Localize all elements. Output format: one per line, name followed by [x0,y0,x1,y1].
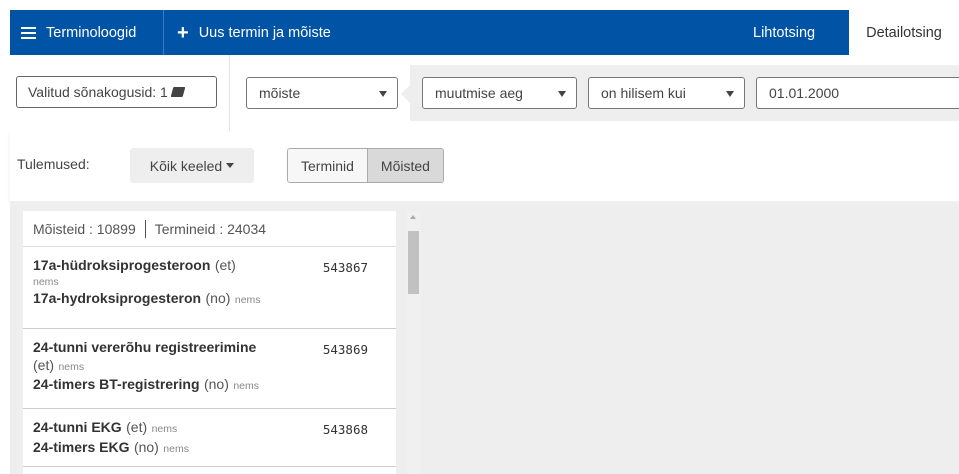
scrollbar-thumb[interactable] [408,231,419,294]
plus-icon: + [177,21,189,44]
selected-dictionaries-label: Valitud sõnakogusid: 1 [28,84,168,100]
top-navbar: Terminoloogid + Uus termin ja mõiste Lih… [10,10,959,55]
hamburger-icon [21,26,36,39]
content-area: Mõisteid : 10899 Termineid : 24034 54386… [10,201,959,474]
detail-search-label: Detailotsing [866,24,942,41]
term-source: nems [151,423,178,435]
caret-down-icon [226,163,235,168]
list-item[interactable]: 543869 24-tunni vererõhu registreerimine… [23,329,396,409]
detail-search-tab[interactable]: Detailotsing [849,10,959,55]
date-input-value: 01.01.2000 [769,85,840,101]
terminology-menu-button[interactable]: Terminoloogid [21,10,136,55]
caret-down-icon [726,91,734,97]
concept-id: 543868 [322,422,368,437]
results-scrollbar[interactable] [406,211,421,474]
term-et: 24-tunni vererõhu registreerimine [33,339,257,355]
terms-toggle-button[interactable]: Terminid [288,149,367,182]
operator-select-value: on hilisem kui [601,85,686,101]
list-item[interactable]: 543868 24-tunni EKG (et) nems 24-timers … [23,409,396,467]
simple-search-label: Lihtotsing [753,24,816,41]
term-source: nems [163,443,189,455]
results-label: Tulemused: [17,156,90,172]
term-source: nems [234,294,261,306]
term-source: nems [58,361,85,373]
result-type-toggle: Terminid Mõisted [287,148,444,183]
term-language: (no) [205,290,231,306]
new-term-label: Uus termin ja mõiste [198,24,331,41]
operator-select[interactable]: on hilisem kui [588,77,745,109]
field-select[interactable]: muutmise aeg [422,77,577,109]
concepts-count: Mõisteid : 10899 [33,220,136,237]
field-select-value: muutmise aeg [435,85,523,101]
term-et: 24-tunni EKG [33,419,122,435]
concept-id: 543869 [322,342,368,357]
search-filter-bar: Valitud sõnakogusid: 1 mõiste muutmise a… [10,55,959,132]
term-language: (no) [133,439,159,455]
languages-dropdown[interactable]: Kõik keeled [130,148,254,183]
term-no: 24-timers BT-registrering [33,376,200,392]
count-divider [144,219,146,238]
results-counts: Mõisteid : 10899 Termineid : 24034 [23,211,396,247]
term-language: (et) [33,357,54,373]
term-no: 17a-hydroksiprogesteron [33,290,202,306]
term-language: (et) [214,257,236,273]
book-icon [170,87,186,97]
caret-down-icon [558,91,566,97]
filter-divider [229,55,230,131]
terminology-label: Terminoloogid [46,24,137,41]
entity-select-value: mõiste [259,85,301,101]
simple-search-tab[interactable]: Lihtotsing [753,10,815,55]
languages-dropdown-label: Kõik keeled [149,157,223,174]
term-source: nems [233,380,259,392]
term-no: 24-timers EKG [33,439,130,455]
term-language: (et) [126,419,148,435]
results-toolbar: Tulemused: Kõik keeled Terminid Mõisted [10,131,959,201]
scroll-up-arrow-icon[interactable] [410,215,416,219]
navbar-divider [163,10,164,55]
caret-down-icon [379,91,387,97]
condition-panel-pointer [401,85,410,103]
list-item[interactable]: 543867 17a-hüdroksiprogesteroon (et) nem… [23,247,396,329]
terms-count: Termineid : 24034 [154,220,267,237]
term-source: nems [33,276,59,288]
selected-dictionaries-button[interactable]: Valitud sõnakogusid: 1 [16,76,217,108]
results-list: Mõisteid : 10899 Termineid : 24034 54386… [23,211,396,474]
entity-select[interactable]: mõiste [246,77,398,109]
term-et: 17a-hüdroksiprogesteroon [33,257,211,273]
concepts-toggle-button[interactable]: Mõisted [366,149,443,182]
term-language: (no) [203,376,229,392]
concept-id: 543867 [322,260,368,275]
date-input[interactable]: 01.01.2000 [756,77,959,109]
new-term-button[interactable]: + Uus termin ja mõiste [177,10,331,55]
